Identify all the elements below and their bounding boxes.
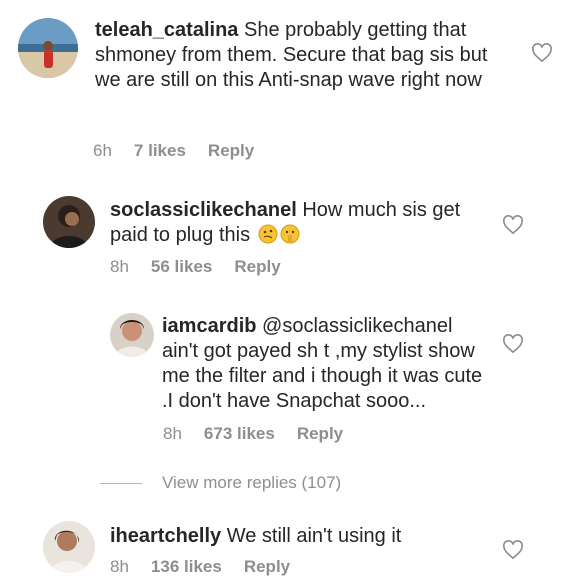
comment-text: teleah_catalina She probably getting tha… [95,18,515,93]
avatar[interactable] [43,196,95,248]
comment-body: ain't got payed sh t ,my stylist show me… [162,340,483,412]
comment-meta: 8h 673 likes Reply [163,424,365,444]
username[interactable]: iheartchelly [110,525,221,547]
timestamp: 8h [110,557,129,576]
comment-meta: 6h 7 likes Reply [93,141,276,161]
username[interactable]: iamcardib [162,315,256,337]
reply-button[interactable]: Reply [244,557,290,577]
view-more-label: View more replies (107) [162,473,342,492]
username[interactable]: teleah_catalina [95,19,238,41]
heart-icon[interactable] [502,540,524,560]
avatar[interactable] [18,18,78,78]
mention-link[interactable]: @soclassiclikechanel [256,315,452,337]
timestamp: 8h [110,257,129,276]
comment-meta: 8h 136 likes Reply [110,557,312,577]
reply-button[interactable]: Reply [297,424,343,444]
comment-body: We still ain't using it [221,525,402,547]
like-count[interactable]: 673 likes [204,424,275,444]
reply-button[interactable]: Reply [208,141,254,161]
avatar[interactable] [43,521,95,573]
comment-meta: 8h 56 likes Reply [110,257,303,277]
comment-text: iheartchelly We still ain't using it [110,524,490,549]
person-photo-icon [43,521,95,573]
comment-text: iamcardib @soclassiclikechanel ain't got … [162,314,492,414]
beach-photo-icon [18,18,78,78]
timestamp: 8h [163,424,182,443]
heart-icon[interactable] [502,215,524,235]
shushing-face-emoji-icon [280,224,300,244]
heart-icon[interactable] [531,43,553,63]
like-count[interactable]: 136 likes [151,557,222,577]
avatar[interactable] [110,313,154,357]
reply-button[interactable]: Reply [234,257,280,277]
person-photo-icon [110,313,154,357]
woozy-face-emoji-icon [258,224,278,244]
view-more-replies-button[interactable]: View more replies (107) [100,473,341,493]
divider [100,482,142,484]
person-photo-icon [43,196,95,248]
timestamp: 6h [93,141,112,160]
username[interactable]: soclassiclikechanel [110,199,297,221]
comment-text: soclassiclikechanel How much sis get pai… [110,198,490,248]
like-count[interactable]: 7 likes [134,141,186,161]
like-count[interactable]: 56 likes [151,257,212,277]
heart-icon[interactable] [502,334,524,354]
